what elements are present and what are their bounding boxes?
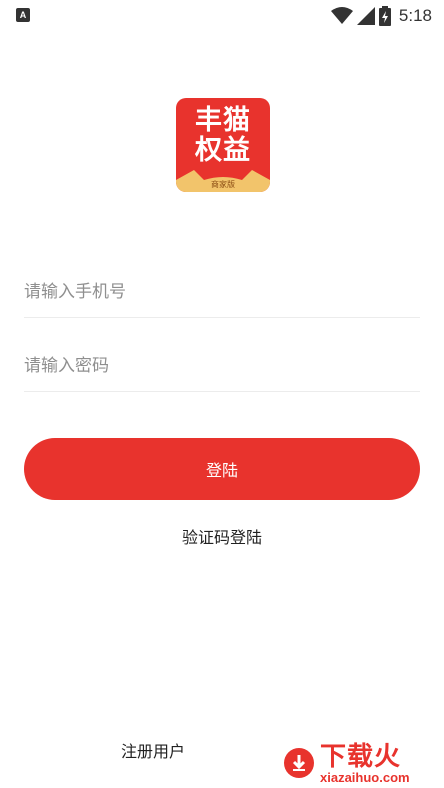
logo-text-line2: 权益 bbox=[195, 135, 251, 166]
watermark-title: 下载火 bbox=[320, 742, 402, 772]
login-button[interactable]: 登陆 bbox=[24, 438, 420, 500]
app-notification-icon: A bbox=[16, 8, 30, 22]
status-time: 5:18 bbox=[398, 6, 432, 25]
phone-input[interactable] bbox=[24, 266, 420, 317]
watermark-url: xiazaihuo.com bbox=[320, 770, 410, 785]
watermark: 下载火 xiazaihuo.com bbox=[262, 732, 444, 788]
download-arrow-icon bbox=[284, 748, 314, 778]
status-right-group: 5:18 bbox=[330, 4, 432, 28]
password-field bbox=[24, 340, 420, 392]
logo-text-line1: 丰猫 bbox=[195, 105, 251, 136]
phone-field bbox=[24, 266, 420, 318]
app-logo: 丰猫 权益 商家版 bbox=[176, 98, 270, 192]
status-bar: A 5:18 bbox=[0, 0, 444, 32]
password-input[interactable] bbox=[24, 340, 420, 391]
register-link[interactable]: 注册用户 bbox=[121, 738, 185, 762]
wifi-icon bbox=[330, 7, 353, 24]
battery-charging-icon bbox=[378, 6, 391, 26]
signal-icon bbox=[356, 7, 375, 25]
sms-code-login-link[interactable]: 验证码登陆 bbox=[0, 524, 444, 548]
logo-badge: 商家版 bbox=[211, 180, 235, 189]
